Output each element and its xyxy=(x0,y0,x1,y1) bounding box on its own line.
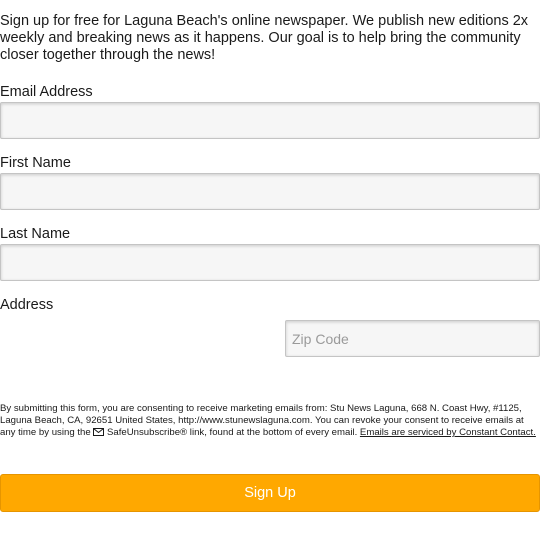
zip-code-field[interactable] xyxy=(285,320,540,357)
consent-text-after: link, found at the bottom of every email… xyxy=(187,427,360,438)
last-name-label: Last Name xyxy=(0,226,71,242)
email-field[interactable] xyxy=(0,102,540,139)
email-label: Email Address xyxy=(0,84,93,100)
first-name-field[interactable] xyxy=(0,173,540,210)
first-name-label: First Name xyxy=(0,155,71,171)
constant-contact-link[interactable]: Emails are serviced by Constant Contact. xyxy=(360,427,536,438)
sign-up-button[interactable]: Sign Up xyxy=(0,474,540,512)
intro-text: Sign up for free for Laguna Beach's onli… xyxy=(0,13,529,63)
safeunsubscribe-text: SafeUnsubscribe® xyxy=(107,427,188,438)
address-label: Address xyxy=(0,297,54,313)
consent-text: By submitting this form, you are consent… xyxy=(0,403,540,439)
envelope-icon xyxy=(93,428,105,436)
last-name-field[interactable] xyxy=(0,244,540,281)
